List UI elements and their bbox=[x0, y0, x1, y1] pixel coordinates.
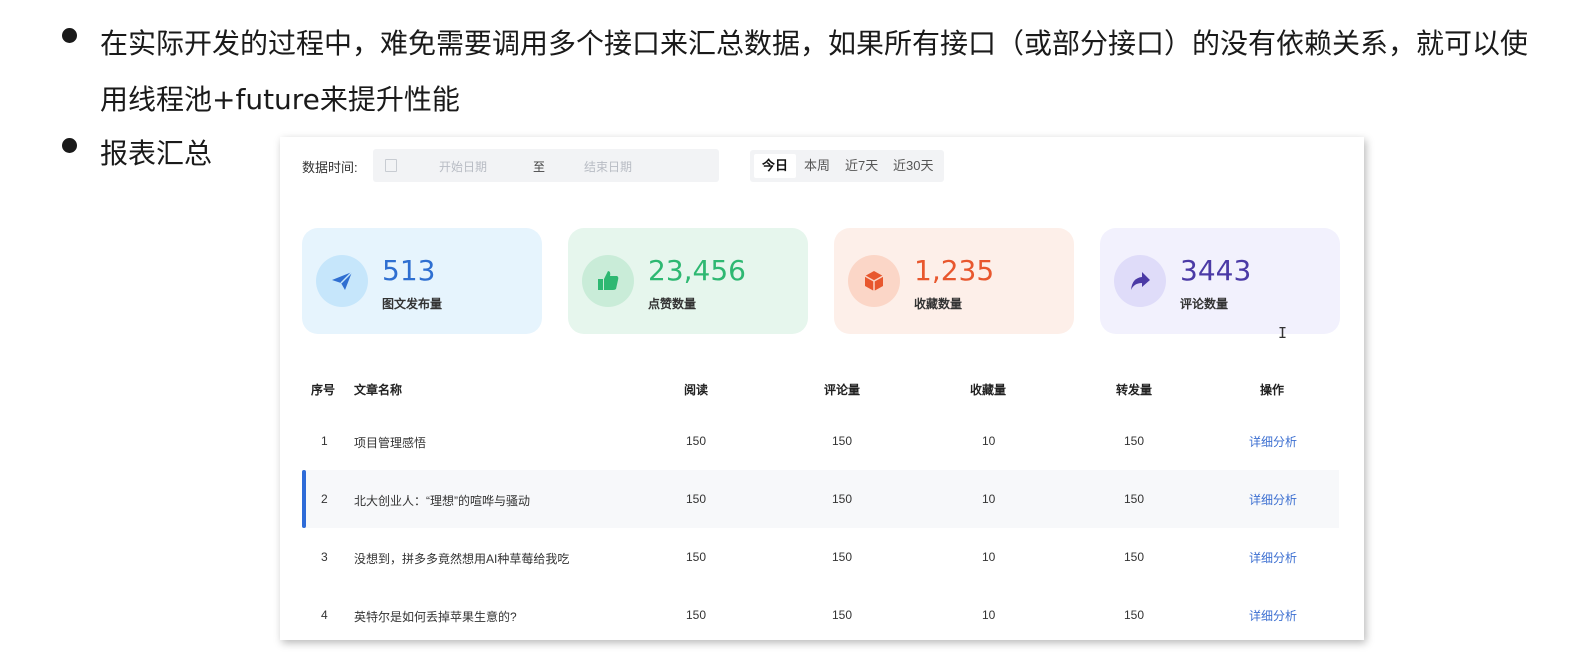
table-row: 1 项目管理感悟 150 150 10 150 详细分析 bbox=[302, 412, 1339, 470]
range-this-week[interactable]: 本周 bbox=[796, 154, 838, 178]
bullet-item-1: 在实际开发的过程中，难免需要调用多个接口来汇总数据，如果所有接口（或部分接口）的… bbox=[62, 16, 1550, 128]
bullet-text: 报表汇总 bbox=[100, 137, 213, 170]
detail-analysis-link[interactable]: 详细分析 bbox=[1249, 433, 1297, 450]
comment-count: 150 bbox=[832, 434, 853, 448]
paper-plane-icon bbox=[316, 255, 368, 307]
range-30-days[interactable]: 近30天 bbox=[885, 154, 941, 178]
article-title: 没想到，拼多多竟然想用AI种草莓给我吃 bbox=[354, 552, 570, 566]
end-date-input[interactable]: 结束日期 bbox=[584, 158, 632, 175]
row-number: 2 bbox=[321, 492, 328, 506]
stat-value: 1,235 bbox=[914, 254, 995, 287]
read-count: 150 bbox=[686, 550, 707, 564]
article-title: 北大创业人：“理想”的喧哗与骚动 bbox=[354, 494, 530, 508]
stat-card-favorites: 1,235 收藏数量 bbox=[834, 228, 1074, 334]
row-number: 4 bbox=[321, 608, 328, 622]
stat-card-comments: 3443 评论数量 bbox=[1100, 228, 1340, 334]
column-header: 转发量 bbox=[1116, 383, 1153, 397]
calendar-icon bbox=[385, 159, 397, 172]
favorite-count: 10 bbox=[982, 434, 996, 448]
table-row: 3 没想到，拼多多竟然想用AI种草莓给我吃 150 150 10 150 详细分… bbox=[302, 528, 1339, 586]
stat-value: 3443 bbox=[1180, 254, 1252, 287]
read-count: 150 bbox=[686, 608, 707, 622]
text-cursor-icon: I bbox=[1278, 324, 1288, 342]
share-count: 150 bbox=[1124, 608, 1145, 622]
comment-count: 150 bbox=[832, 550, 853, 564]
date-range-picker[interactable]: 开始日期 至 结束日期 bbox=[373, 149, 719, 182]
start-date-input[interactable]: 开始日期 bbox=[439, 158, 487, 175]
table-row: 4 英特尔是如何丢掉苹果生意的? 150 150 10 150 详细分析 bbox=[302, 586, 1339, 640]
share-count: 150 bbox=[1124, 550, 1145, 564]
bullet-item-2: 报表汇总 bbox=[62, 126, 212, 182]
favorite-count: 10 bbox=[982, 608, 996, 622]
bullet-dot bbox=[62, 28, 77, 43]
favorite-count: 10 bbox=[982, 550, 996, 564]
read-count: 150 bbox=[686, 492, 707, 506]
detail-analysis-link[interactable]: 详细分析 bbox=[1249, 549, 1297, 566]
table-row: 2 北大创业人：“理想”的喧哗与骚动 150 150 10 150 详细分析 bbox=[302, 470, 1339, 528]
range-today[interactable]: 今日 bbox=[754, 154, 797, 178]
stat-card-likes: 23,456 点赞数量 bbox=[568, 228, 808, 334]
thumbs-up-icon bbox=[582, 255, 634, 307]
row-highlight-bar bbox=[302, 470, 306, 528]
article-title: 英特尔是如何丢掉苹果生意的? bbox=[354, 610, 517, 624]
stat-label: 点赞数量 bbox=[648, 297, 697, 311]
row-number: 1 bbox=[321, 434, 328, 448]
comment-count: 150 bbox=[832, 492, 853, 506]
column-header: 文章名称 bbox=[354, 383, 403, 397]
favorite-count: 10 bbox=[982, 492, 996, 506]
stat-label: 图文发布量 bbox=[382, 297, 443, 311]
date-filter-label: 数据时间: bbox=[302, 160, 358, 175]
stat-value: 513 bbox=[382, 254, 436, 287]
comment-count: 150 bbox=[832, 608, 853, 622]
column-header: 收藏量 bbox=[970, 383, 1007, 397]
date-separator: 至 bbox=[533, 160, 546, 174]
stat-label: 收藏数量 bbox=[914, 297, 963, 311]
box-icon bbox=[848, 255, 900, 307]
article-title: 项目管理感悟 bbox=[354, 436, 427, 450]
share-count: 150 bbox=[1124, 434, 1145, 448]
stat-value: 23,456 bbox=[648, 254, 746, 287]
quick-range-tabs: 今日 本周 近7天 近30天 bbox=[750, 150, 944, 182]
bullet-text: 在实际开发的过程中，难免需要调用多个接口来汇总数据，如果所有接口（或部分接口）的… bbox=[100, 27, 1529, 116]
range-7-days[interactable]: 近7天 bbox=[837, 154, 886, 178]
read-count: 150 bbox=[686, 434, 707, 448]
table-header: 序号 文章名称 阅读 评论量 收藏量 转发量 操作 bbox=[280, 381, 1364, 401]
column-header: 操作 bbox=[1260, 383, 1285, 397]
column-header: 序号 bbox=[311, 383, 336, 397]
column-header: 阅读 bbox=[684, 383, 709, 397]
row-number: 3 bbox=[321, 550, 328, 564]
stat-label: 评论数量 bbox=[1180, 297, 1229, 311]
column-header: 评论量 bbox=[824, 383, 861, 397]
share-arrow-icon bbox=[1114, 255, 1166, 307]
detail-analysis-link[interactable]: 详细分析 bbox=[1249, 491, 1297, 508]
detail-analysis-link[interactable]: 详细分析 bbox=[1249, 607, 1297, 624]
report-panel-screenshot: 数据时间: 开始日期 至 结束日期 今日 本周 近7天 近30天 513 图文发… bbox=[280, 137, 1364, 640]
stat-card-posts: 513 图文发布量 bbox=[302, 228, 542, 334]
bullet-dot bbox=[62, 138, 77, 153]
share-count: 150 bbox=[1124, 492, 1145, 506]
